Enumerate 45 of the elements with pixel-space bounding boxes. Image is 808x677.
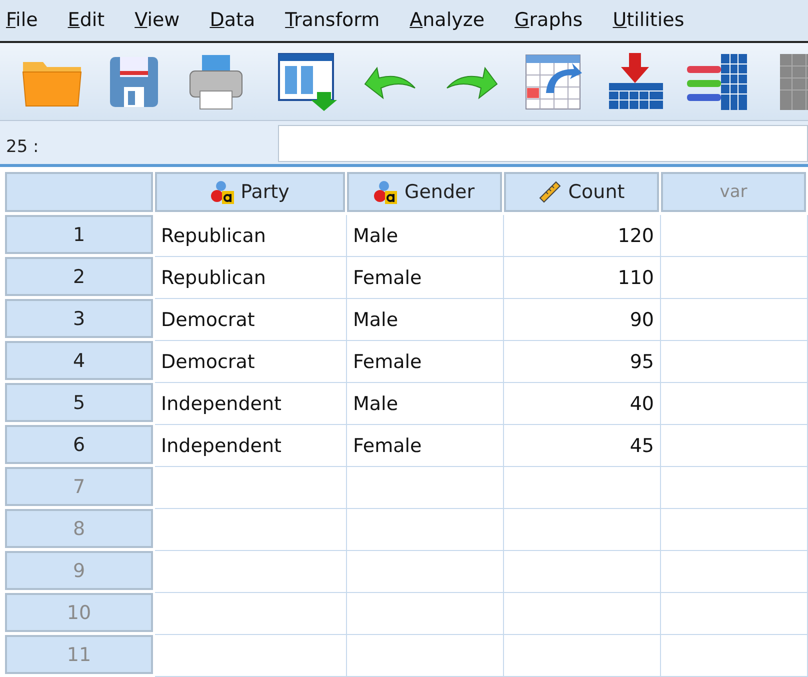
column-name: var [720,182,748,202]
table-cell: Independent [155,383,347,425]
column-name: Count [568,181,625,203]
cell-reference: 25 : [5,136,40,160]
column-header[interactable]: Party [155,172,345,212]
table-cell: 45 [504,425,661,467]
row-number[interactable]: 2 [5,257,153,296]
row-number[interactable]: 3 [5,299,153,338]
table-cell: Female [347,257,504,299]
table-cell: 40 [504,383,661,425]
table-cell: Democrat [155,341,347,383]
ruler-icon [538,180,562,204]
table-cell: 120 [504,215,661,257]
table-cell: Republican [155,257,347,299]
menu-item[interactable]: Transform [285,9,380,32]
table-cell: 95 [504,341,661,383]
table-cell: Female [347,425,504,467]
menu-item[interactable]: Analyze [410,9,485,32]
menu-item[interactable]: Data [210,9,256,32]
insert-variable-button[interactable] [686,52,750,112]
table-cell: 90 [504,299,661,341]
table-cell: Democrat [155,299,347,341]
column-header[interactable]: Gender [347,172,502,212]
row-number[interactable]: 1 [5,215,153,254]
menu-item[interactable]: File [6,9,38,32]
table-cell: Male [347,215,504,257]
table-cell: Republican [155,215,347,257]
cell-editor-field[interactable] [278,125,808,162]
menu-item[interactable]: Utilities [612,9,684,32]
table-cell: Independent [155,425,347,467]
menu-item[interactable]: View [134,9,180,32]
menu-item[interactable]: Edit [68,9,105,32]
column-header[interactable]: Count [504,172,659,212]
table-cell: Female [347,341,504,383]
nominal-measure-icon [374,180,398,204]
column-name: Gender [404,181,475,203]
row-number[interactable]: 4 [5,341,153,380]
menu-item[interactable]: Graphs [514,9,583,32]
table-cell: Male [347,299,504,341]
table-cell: Male [347,383,504,425]
row-number[interactable]: 5 [5,383,153,422]
nominal-measure-icon [210,180,235,204]
column-name: Party [240,181,290,203]
row-number[interactable]: 6 [5,425,153,464]
table-cell: 110 [504,257,661,299]
